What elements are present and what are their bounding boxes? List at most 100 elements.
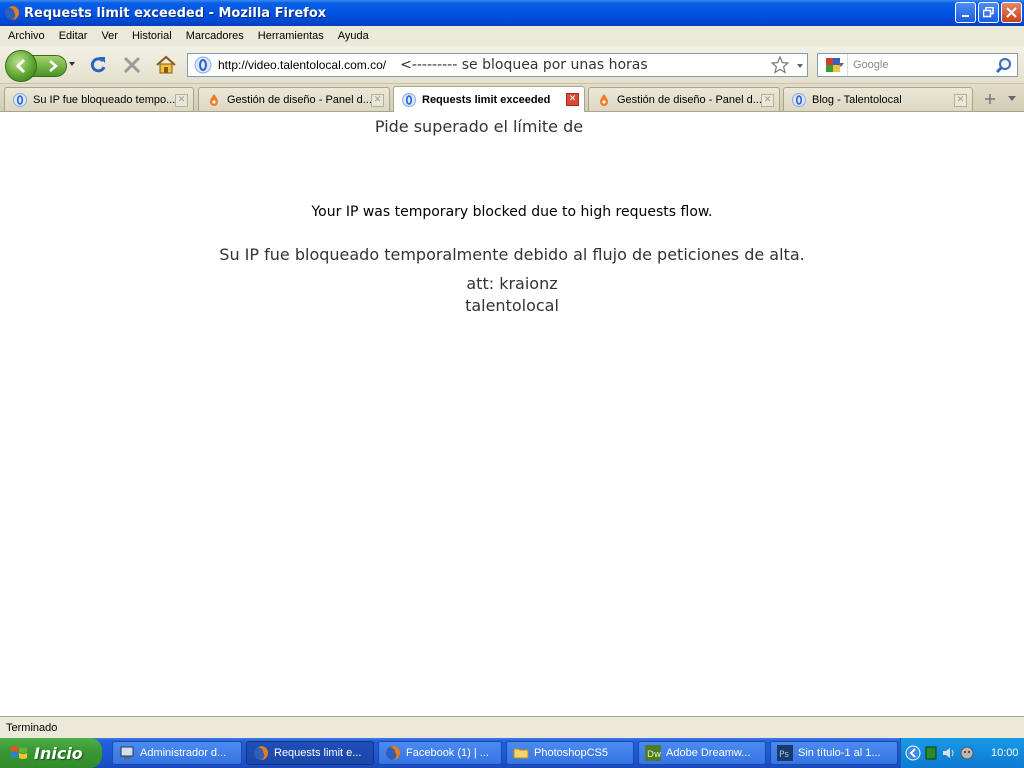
taskbar-item-facebook[interactable]: Facebook (1) | ... [378, 741, 502, 765]
menu-historial[interactable]: Historial [132, 30, 172, 42]
url-annotation: <--------- se bloquea por unas horas [400, 57, 648, 73]
signature-site: talentolocal [465, 296, 559, 315]
list-tabs-button[interactable] [1002, 88, 1022, 110]
dreamweaver-icon: Dw [645, 745, 661, 761]
bluebubble-icon [792, 92, 806, 107]
search-input[interactable]: Google [853, 59, 888, 71]
status-text: Terminado [6, 721, 58, 734]
tab-close-button[interactable]: ✕ [175, 94, 188, 107]
network-icon[interactable] [923, 745, 939, 761]
window-title: Requests limit exceeded - Mozilla Firefo… [24, 5, 327, 21]
photoshop-icon: Ps [777, 745, 793, 761]
volume-icon[interactable] [941, 745, 957, 761]
firefox-icon [254, 746, 268, 760]
stop-button[interactable] [121, 54, 143, 76]
tab-label: Blog - Talentolocal [812, 93, 902, 106]
search-bar[interactable]: Google [817, 53, 1018, 77]
menu-editar[interactable]: Editar [59, 30, 88, 42]
tab-blog[interactable]: Blog - Talentolocal ✕ [783, 87, 973, 111]
firefox-icon [386, 746, 400, 760]
firefox-icon [5, 6, 19, 20]
menu-marcadores[interactable]: Marcadores [186, 30, 244, 42]
tab-bar: Su IP fue bloqueado tempo... ✕ Gestión d… [0, 84, 1024, 112]
tab-close-button[interactable]: ✕ [761, 94, 774, 107]
taskbar-item-photoshopcs5[interactable]: PhotoshopCS5 [506, 741, 634, 765]
signature-author: att: kraionz [466, 274, 558, 293]
start-label: Inicio [34, 743, 83, 763]
engine-dropdown-icon [838, 63, 844, 67]
windows-taskbar: Inicio Administrador d... Requests limit… [0, 738, 1024, 768]
menu-ayuda[interactable]: Ayuda [338, 30, 369, 42]
url-text[interactable]: http://video.talentolocal.com.co/ [218, 58, 386, 72]
menu-ver[interactable]: Ver [101, 30, 118, 42]
taskbar-item-photoshop[interactable]: Ps Sin título-1 al 1... [770, 741, 898, 765]
tab-label: Gestión de diseño - Panel d... [227, 93, 372, 106]
taskbar-item-administrador[interactable]: Administrador d... [112, 741, 242, 765]
minimize-icon [961, 14, 969, 17]
chevron-down-icon [1008, 96, 1016, 101]
taskbar-item-requests[interactable]: Requests limit e... [246, 741, 374, 765]
restore-button[interactable] [978, 2, 999, 23]
address-bar[interactable]: http://video.talentolocal.com.co/ <-----… [187, 53, 808, 77]
tab-su-ip[interactable]: Su IP fue bloqueado tempo... ✕ [4, 87, 194, 111]
taskbar-item-label: Adobe Dreamw... [666, 747, 751, 759]
window-titlebar: Requests limit exceeded - Mozilla Firefo… [0, 0, 1024, 26]
taskbar-item-label: Facebook (1) | ... [406, 747, 489, 759]
taskbar-item-label: Requests limit e... [274, 747, 362, 759]
clock: 10:00 [991, 747, 1019, 759]
start-button[interactable]: Inicio [0, 738, 102, 768]
orangedrop-icon [210, 93, 218, 106]
taskbar-item-dreamweaver[interactable]: Dw Adobe Dreamw... [638, 741, 766, 765]
computer-icon [120, 746, 134, 759]
url-dropdown-icon[interactable] [797, 64, 803, 68]
system-tray: 10:00 [900, 738, 1024, 768]
home-icon [156, 55, 176, 74]
status-bar: Terminado [0, 716, 1024, 738]
search-engine-selector[interactable] [818, 54, 848, 76]
reload-button[interactable] [87, 54, 109, 76]
minimize-button[interactable] [955, 2, 976, 23]
svg-text:Ps: Ps [779, 750, 789, 760]
taskbar-item-label: Sin título-1 al 1... [798, 747, 881, 759]
back-button[interactable] [5, 50, 37, 82]
tab-close-button[interactable]: ✕ [954, 94, 967, 107]
folder-icon [513, 748, 529, 759]
history-dropdown-icon[interactable] [69, 62, 75, 66]
navigation-toolbar: http://video.talentolocal.com.co/ <-----… [0, 46, 1024, 84]
messenger-icon[interactable] [959, 745, 975, 761]
tab-label: Su IP fue bloqueado tempo... [33, 93, 176, 106]
tab-gestion-2[interactable]: Gestión de diseño - Panel d... ✕ [588, 87, 780, 111]
menu-herramientas[interactable]: Herramientas [258, 30, 324, 42]
new-tab-button[interactable] [978, 88, 1002, 110]
tab-close-button[interactable]: ✕ [566, 93, 579, 106]
site-identity-icon[interactable] [194, 56, 212, 74]
spanish-message: Su IP fue bloqueado temporalmente debido… [219, 245, 805, 264]
bookmark-star-icon[interactable] [771, 56, 789, 74]
close-window-button[interactable] [1001, 2, 1022, 23]
taskbar-item-label: PhotoshopCS5 [534, 747, 608, 759]
forward-arrow-icon [49, 60, 58, 72]
bluebubble-icon [13, 92, 27, 107]
page-content: Pide superado el límite de Your IP was t… [0, 113, 1024, 716]
search-icon[interactable] [995, 57, 1013, 75]
tab-close-button[interactable]: ✕ [371, 94, 384, 107]
reload-icon [90, 57, 106, 73]
tab-gestion-1[interactable]: Gestión de diseño - Panel d... ✕ [198, 87, 390, 111]
tray-expand-icon[interactable] [905, 745, 921, 761]
plus-icon [985, 94, 995, 104]
english-message: Your IP was temporary blocked due to hig… [311, 204, 713, 220]
close-icon [1006, 7, 1017, 18]
tab-label: Requests limit exceeded [422, 93, 551, 106]
stop-icon [123, 56, 141, 74]
menu-archivo[interactable]: Archivo [8, 30, 45, 42]
back-arrow-icon [15, 58, 26, 74]
menu-bar: Archivo Editar Ver Historial Marcadores … [0, 26, 1024, 46]
home-button[interactable] [155, 54, 177, 76]
tab-label: Gestión de diseño - Panel d... [617, 93, 762, 106]
page-heading: Pide superado el límite de [374, 117, 584, 136]
taskbar-item-label: Administrador d... [140, 747, 227, 759]
restore-icon [983, 7, 994, 18]
svg-text:Dw: Dw [647, 750, 661, 760]
tab-requests-limit[interactable]: Requests limit exceeded ✕ [393, 86, 585, 112]
bluebubble-icon [402, 92, 416, 107]
